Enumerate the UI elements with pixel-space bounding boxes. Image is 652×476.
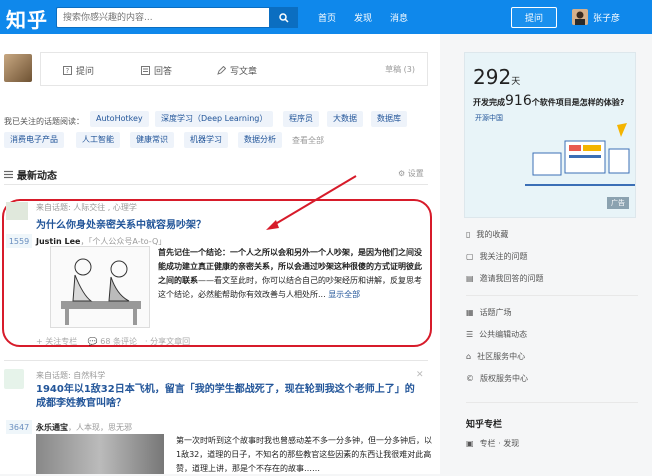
- copyright-icon: ©: [466, 374, 474, 383]
- sidebar-link-label: 公共编辑动态: [479, 330, 528, 339]
- ad-text: 开发完成916个软件项目是怎样的体验?: [473, 93, 624, 109]
- answer-excerpt[interactable]: 首先记住一个结论：一个人之所以会和另外一个人吵架，是因为他们之间没能成功建立真正…: [158, 246, 428, 302]
- feed-item-title[interactable]: 1940年以1敌32日本飞机，留言「我的学生都战死了，现在轮到我这个老师上了」的…: [36, 383, 416, 411]
- zhihu-logo[interactable]: 知乎: [6, 4, 48, 33]
- sidebar: 292天 开发完成916个软件项目是怎样的体验? 开源中国 广告 ▯ 我的收藏 ▢…: [452, 34, 652, 474]
- ad-text-a: 开发完成: [473, 98, 505, 107]
- divider: [4, 360, 428, 361]
- main-column: ? 提问 回答 写文章 草稿 (3) 我已关注的话题阅读： AutoHotkey…: [0, 34, 440, 474]
- sidebar-link-label: 版权服务中心: [480, 374, 528, 383]
- sidebar-link-label: 邀请我回答的问题: [479, 274, 544, 283]
- ad-brand: 开源中国: [475, 114, 503, 122]
- top-bar: 知乎 首页 发现 消息 提问 张子彦: [0, 0, 652, 34]
- close-icon[interactable]: ✕: [416, 370, 424, 380]
- list-icon: ☰: [466, 330, 474, 339]
- nav-messages[interactable]: 消息: [390, 11, 408, 24]
- author-name[interactable]: Justin Lee: [36, 237, 80, 246]
- nav-home[interactable]: 首页: [318, 11, 336, 24]
- divider: [466, 402, 638, 403]
- column-link-label: 专栏 · 发现: [479, 439, 520, 448]
- sidebar-link-label: 话题广场: [479, 308, 512, 317]
- search-input[interactable]: [57, 8, 269, 27]
- username[interactable]: 张子彦: [593, 11, 620, 24]
- feed-item-meta[interactable]: 来自话题: 人际交往 , 心理学: [36, 202, 137, 213]
- sidebar-ad[interactable]: 292天 开发完成916个软件项目是怎样的体验? 开源中国 广告: [464, 52, 636, 218]
- user-avatar-small[interactable]: [572, 9, 588, 25]
- invite-icon: ▤: [466, 274, 474, 283]
- show-more-link[interactable]: 显示全部: [328, 290, 360, 299]
- sidebar-item-invitations[interactable]: ▤ 邀请我回答的问题: [466, 273, 544, 284]
- feed-item-actions[interactable]: + 关注专栏 💬 68 条评论 · 分享文章回: [36, 336, 190, 347]
- search-button[interactable]: [270, 7, 298, 28]
- ask-question-button[interactable]: 提问: [511, 7, 557, 28]
- feed-item-title[interactable]: 为什么你身处亲密关系中就容易吵架？: [36, 216, 206, 231]
- sidebar-item-copyright-service[interactable]: © 版权服务中心: [466, 373, 528, 384]
- bookmark-icon: ▯: [466, 230, 471, 239]
- search-icon: [279, 12, 289, 23]
- answer-excerpt-rest: ——看文至此时，你可以结合自己的吵架经历和讲解，反复思考这个结论，必然能帮助你有…: [158, 276, 422, 299]
- author-description: ，人本现，思无邪: [68, 423, 132, 432]
- feed-item-meta[interactable]: 来自话题: 自然科学: [36, 370, 105, 381]
- question-icon: ▢: [466, 252, 474, 261]
- column-icon: ▣: [466, 439, 474, 448]
- ad-days-number: 292: [473, 65, 512, 89]
- ad-badge: 广告: [607, 197, 629, 209]
- column-section-title: 知乎专栏: [466, 420, 503, 430]
- sidebar-link-label: 社区服务中心: [477, 352, 526, 361]
- home-icon: ⌂: [466, 352, 472, 361]
- nav-discover[interactable]: 发现: [354, 11, 372, 24]
- sidebar-item-collections[interactable]: ▯ 我的收藏: [466, 229, 508, 240]
- answer-cartoon-image[interactable]: [50, 246, 150, 328]
- sidebar-item-community-service[interactable]: ⌂ 社区服务中心: [466, 351, 525, 362]
- ad-days-unit: 天: [511, 77, 521, 87]
- author-name[interactable]: 永乐通宝: [36, 423, 68, 432]
- sidebar-item-topic-square[interactable]: ▦ 话题广场: [466, 307, 512, 318]
- sidebar-item-column-discover[interactable]: ▣ 专栏 · 发现: [466, 438, 519, 449]
- ad-text-b: 个软件项目是怎样的体验?: [531, 98, 625, 107]
- author-description: ，「个人公众号A-to-Q」: [80, 237, 167, 246]
- grid-icon: ▦: [466, 308, 474, 317]
- answer-photo[interactable]: [36, 434, 164, 474]
- sidebar-link-label: 我的收藏: [476, 230, 509, 239]
- sidebar-item-followed-questions[interactable]: ▢ 我关注的问题: [466, 251, 528, 262]
- vote-count[interactable]: 3647: [6, 420, 32, 434]
- sidebar-item-public-edits[interactable]: ☰ 公共编辑动态: [466, 329, 527, 340]
- ad-text-number: 916: [505, 93, 532, 109]
- vote-count[interactable]: 1559: [6, 234, 32, 248]
- ad-illustration: [525, 123, 635, 186]
- sidebar-link-label: 我关注的问题: [479, 252, 528, 261]
- answer-author: 永乐通宝，人本现，思无邪: [36, 422, 132, 433]
- topic-avatar[interactable]: [6, 202, 28, 220]
- divider: [466, 295, 638, 296]
- ad-headline-number: 292天: [473, 65, 520, 89]
- answer-excerpt[interactable]: 第一次时听到这个故事时我也曾感动差不多一分多钟，但一分多钟后，以1敌32，道理的…: [176, 434, 432, 476]
- topic-avatar[interactable]: [4, 369, 24, 389]
- search-box[interactable]: [56, 7, 270, 28]
